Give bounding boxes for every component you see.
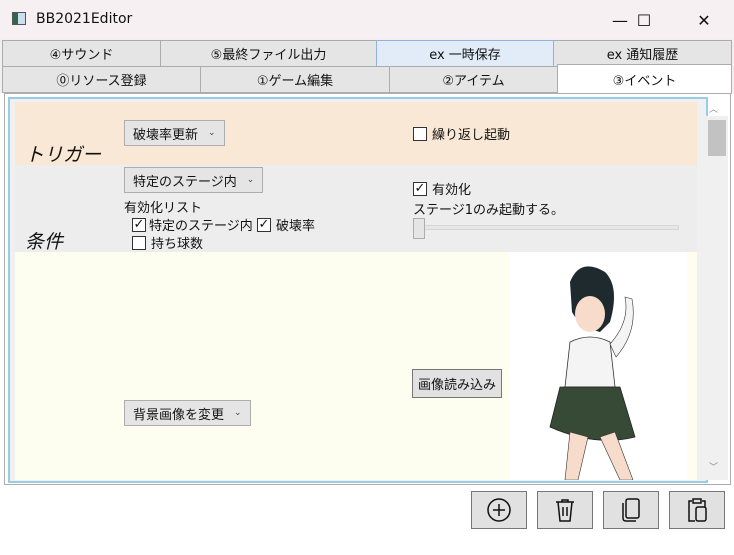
check-icon: ✓ [132, 217, 146, 232]
chevron-down-icon: ⌄ [246, 175, 255, 185]
stage-text: ステージ1のみ起動する。 [413, 203, 565, 218]
chevron-down-icon: ⌄ [234, 408, 242, 418]
item-destruction-checkbox[interactable]: ✓ 破壊率 [257, 215, 315, 234]
delete-button[interactable] [537, 491, 593, 529]
tab-game-edit[interactable]: ①ゲーム編集 [200, 66, 390, 93]
title-bar: BB2021Editor — ☐ ✕ [0, 0, 734, 38]
enable-label: 有効化 [432, 183, 472, 198]
trigger-section: トリガー 破壊率更新 ⌄ 繰り返し起動 [15, 102, 697, 166]
tab-sound[interactable]: ④サウンド [2, 40, 161, 67]
image-action-select[interactable]: 背景画像を変更 ⌄ [124, 400, 251, 426]
scrollbar-thumb[interactable] [708, 120, 726, 156]
condition-heading: 条件 [25, 231, 64, 253]
stage-slider-thumb[interactable] [413, 218, 425, 239]
chevron-down-icon: ⌄ [208, 128, 216, 138]
condition-select-value: 特定のステージ内 [133, 174, 237, 190]
maximize-button[interactable]: ☐ [621, 6, 667, 34]
item-label: 持ち球数 [151, 237, 204, 252]
window-title: BB2021Editor [36, 11, 133, 27]
vertical-scrollbar[interactable]: ︿ ﹀ [706, 105, 728, 480]
enable-checkbox[interactable]: ✓ 有効化 [413, 179, 471, 198]
image-section: 背景画像を変更 ⌄ 画像読み込み [15, 252, 697, 481]
trigger-heading: トリガー [25, 144, 102, 166]
tab-temp-save[interactable]: ex 一時保存 [376, 40, 554, 67]
checkbox-icon [132, 235, 146, 250]
item-label: 破壊率 [276, 219, 316, 234]
tab-resource[interactable]: ⓪リソース登録 [2, 66, 201, 93]
plus-circle-icon [487, 498, 511, 522]
add-button[interactable] [471, 491, 527, 529]
condition-select[interactable]: 特定のステージ内 ⌄ [124, 167, 264, 193]
trigger-select[interactable]: 破壊率更新 ⌄ [124, 120, 225, 146]
app-icon [12, 12, 26, 25]
tab-notification-history[interactable]: ex 通知履歴 [553, 40, 732, 67]
character-image [510, 252, 687, 481]
enable-list-label: 有効化リスト [124, 201, 203, 216]
load-image-button[interactable]: 画像読み込み [412, 369, 503, 398]
stage-slider-track[interactable] [413, 225, 679, 230]
scroll-down-icon[interactable]: ﹀ [709, 460, 718, 473]
trigger-select-value: 破壊率更新 [133, 127, 199, 143]
tab-event[interactable]: ③イベント [557, 64, 732, 94]
item-stage-checkbox[interactable]: ✓ 特定のステージ内 [132, 215, 253, 234]
trash-icon [556, 499, 574, 522]
character-illustration [549, 266, 636, 481]
tab-final-output[interactable]: ⑤最終ファイル出力 [160, 40, 377, 67]
repeat-checkbox[interactable]: 繰り返し起動 [413, 124, 510, 143]
copy-button[interactable] [603, 491, 659, 529]
check-icon: ✓ [257, 217, 271, 232]
paste-icon [688, 498, 707, 522]
paste-button[interactable] [669, 491, 725, 529]
close-button[interactable]: ✕ [681, 6, 727, 34]
check-icon: ✓ [413, 181, 427, 196]
tab-item[interactable]: ②アイテム [389, 66, 558, 93]
checkbox-icon [413, 126, 427, 141]
copy-icon [622, 498, 640, 522]
item-label: 特定のステージ内 [149, 219, 253, 234]
item-balls-checkbox[interactable]: 持ち球数 [132, 233, 203, 252]
image-action-value: 背景画像を変更 [133, 407, 225, 423]
repeat-label: 繰り返し起動 [432, 128, 511, 143]
scroll-up-icon[interactable]: ︿ [709, 102, 718, 115]
condition-section: 条件 特定のステージ内 ⌄ 有効化リスト ✓ 特定のステージ内 ✓ 破壊率 持ち球数 … [15, 165, 697, 253]
